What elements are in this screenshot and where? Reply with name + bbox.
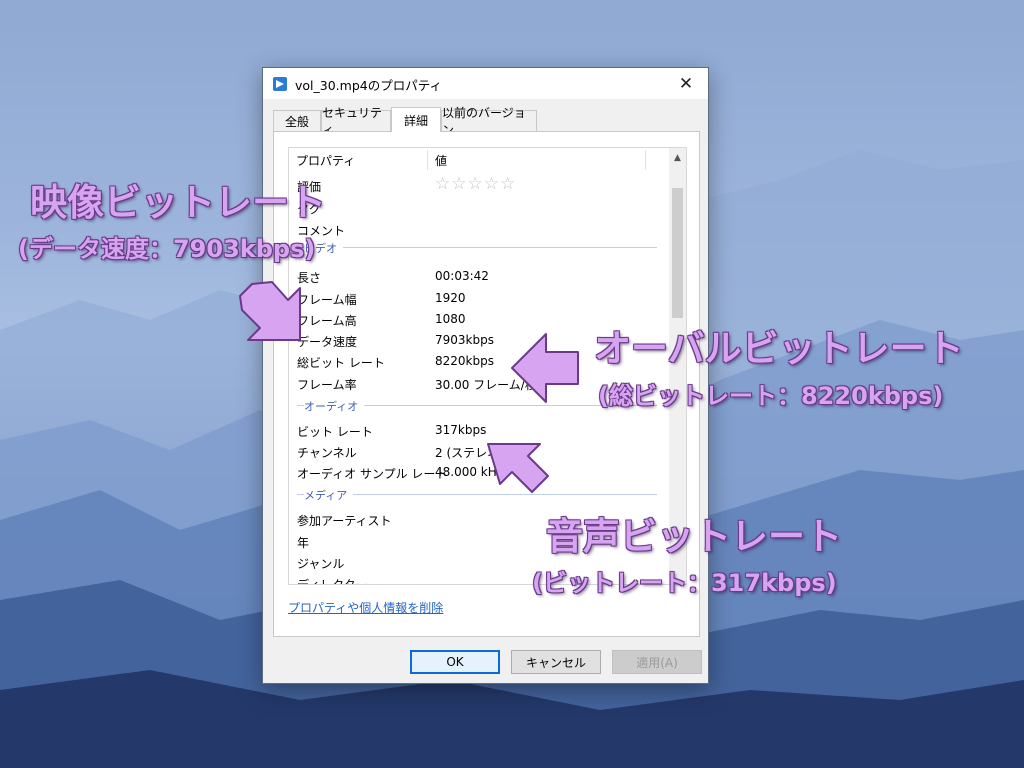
- property-value: 48.000 kHz: [435, 465, 504, 479]
- property-value: 1920: [435, 291, 466, 305]
- property-name: 総ビット レート: [297, 356, 385, 370]
- tab-security[interactable]: セキュリティ: [321, 106, 391, 137]
- list-item[interactable]: 長さ 00:03:42: [289, 266, 669, 287]
- scroll-thumb[interactable]: [672, 188, 683, 318]
- section-label: メディア: [304, 487, 354, 503]
- property-name: 年: [297, 536, 310, 550]
- annotation-video-bitrate-subtitle: (データ速度：7903kbps): [18, 235, 316, 263]
- property-value: 00:03:42: [435, 269, 489, 283]
- cancel-button[interactable]: キャンセル: [511, 650, 601, 674]
- list-item[interactable]: フレーム幅 1920: [289, 288, 669, 309]
- property-value: 7903kbps: [435, 333, 494, 347]
- property-value: 317kbps: [435, 423, 487, 437]
- video-file-icon: [273, 77, 287, 91]
- property-name: ジャンル: [297, 557, 345, 571]
- tab-previous-versions[interactable]: 以前のバージョン: [441, 106, 537, 137]
- annotation-video-bitrate-title: 映像ビットレート: [30, 181, 326, 224]
- annotation-overall-bitrate-subtitle: (総ビットレート：8220kbps): [598, 382, 944, 410]
- list-item[interactable]: 評価 ☆☆☆☆☆: [289, 174, 669, 196]
- property-name: フレーム幅: [297, 293, 357, 307]
- list-header: プロパティ 値: [289, 148, 669, 172]
- annotation-audio-bitrate-title: 音声ビットレート: [546, 515, 842, 558]
- property-name: ビット レート: [297, 425, 373, 439]
- ok-button[interactable]: OK: [410, 650, 500, 674]
- property-name: 参加アーティスト: [297, 514, 392, 528]
- property-value: 1080: [435, 312, 466, 326]
- property-value: 30.00 フレーム/秒: [435, 378, 537, 392]
- close-button[interactable]: ✕: [664, 68, 708, 99]
- property-name: フレーム率: [297, 378, 357, 392]
- property-name: ディレクター: [297, 578, 368, 585]
- scroll-up-arrow-icon[interactable]: ▲: [669, 150, 686, 166]
- property-value: 8220kbps: [435, 354, 494, 368]
- list-item[interactable]: オーディオ サンプル レート 48.000 kHz: [289, 462, 669, 483]
- list-item[interactable]: タグ: [289, 197, 669, 218]
- apply-button[interactable]: 適用(A): [612, 650, 702, 674]
- column-header-property[interactable]: プロパティ: [296, 152, 355, 169]
- list-item[interactable]: チャンネル 2 (ステレオ): [289, 441, 669, 462]
- column-header-value[interactable]: 値: [435, 152, 447, 169]
- section-label: オーディオ: [304, 398, 365, 414]
- rating-stars[interactable]: ☆☆☆☆☆: [435, 174, 516, 194]
- property-value: 2 (ステレオ): [435, 446, 504, 460]
- section-divider: [297, 247, 657, 248]
- property-name: チャンネル: [297, 446, 357, 460]
- remove-properties-link[interactable]: プロパティや個人情報を削除: [288, 599, 443, 616]
- title-bar[interactable]: vol_30.mp4のプロパティ ✕: [263, 68, 708, 99]
- tab-details[interactable]: 詳細: [391, 107, 441, 132]
- property-name: データ速度: [297, 335, 358, 349]
- tab-general[interactable]: 全般: [273, 110, 321, 131]
- section-header-video: ビデオ: [297, 240, 657, 256]
- section-header-media: メディア: [297, 487, 657, 503]
- annotation-audio-bitrate-subtitle: (ビットレート：317kbps): [532, 569, 837, 597]
- annotation-overall-bitrate-title: オーバルビットレート: [594, 327, 964, 370]
- list-item[interactable]: ビット レート 317kbps: [289, 420, 669, 441]
- column-divider[interactable]: [645, 150, 646, 170]
- dialog-title: vol_30.mp4のプロパティ: [295, 78, 442, 93]
- column-divider[interactable]: [427, 150, 428, 170]
- property-name: オーディオ サンプル レート: [297, 467, 448, 481]
- property-name: フレーム高: [297, 314, 357, 328]
- list-item[interactable]: コメント: [289, 219, 669, 240]
- property-name: 長さ: [297, 271, 322, 285]
